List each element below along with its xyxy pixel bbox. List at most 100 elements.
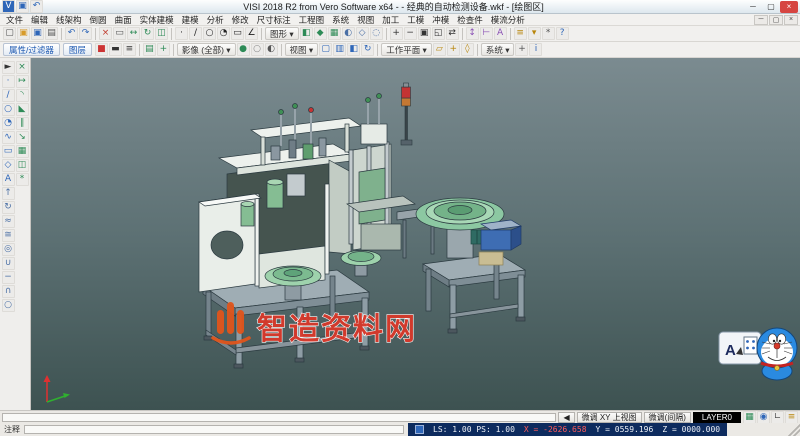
menu-item-1[interactable]: 编辑 [27,14,52,26]
trim-icon[interactable]: × [16,61,29,74]
revolve-icon[interactable]: ↻ [2,201,15,214]
menu-item-3[interactable]: 倒圆 [86,14,111,26]
redo-icon[interactable]: ↷ [79,27,92,40]
minimize-button[interactable]: ─ [744,1,762,13]
rotate-icon[interactable]: ↻ [141,27,154,40]
new-file-icon[interactable]: ▢ [3,27,16,40]
line-weight-icon[interactable]: ≡ [123,43,136,56]
menu-item-12[interactable]: 视图 [353,14,378,26]
rectangle-tool-icon[interactable]: ▭ [2,145,15,158]
zoom-in-icon[interactable]: + [390,27,403,40]
layer-visibility-icon[interactable]: ▤ [143,43,156,56]
menu-item-2[interactable]: 线架构 [52,14,86,26]
command-prompt-field[interactable] [2,413,556,422]
extrude-icon[interactable]: ↑ [2,187,15,200]
group-icon[interactable]: ◫ [16,159,29,172]
measure-icon[interactable]: ↕ [466,27,479,40]
viewport-3d[interactable]: 智造资料网 A [31,58,800,410]
table-style-button[interactable] [744,337,757,354]
menu-item-9[interactable]: 尺寸标注 [253,14,295,26]
print-icon[interactable]: ▤ [45,27,58,40]
mdi-close-button[interactable]: × [784,15,798,25]
text-tool-icon[interactable]: A [2,173,15,186]
nudge-step-button[interactable]: 微调(间隔) [644,412,691,423]
zoom-window-icon[interactable]: ◱ [432,27,445,40]
menu-item-11[interactable]: 系统 [328,14,353,26]
align-workplane-icon[interactable]: ◊ [461,43,474,56]
coordinate-mode-icon[interactable] [415,425,424,434]
rotate-view-icon[interactable]: ↻ [361,43,374,56]
select-arrow-icon[interactable]: ► [2,61,15,74]
workplane-dropdown[interactable]: 工作平面 ▾ [381,43,432,56]
tab-properties-filters[interactable]: 属性/过滤器 [3,43,60,56]
polyline-icon[interactable]: ∠ [245,27,258,40]
zoom-fit-icon[interactable]: ▣ [418,27,431,40]
circle-icon[interactable]: ○ [203,27,216,40]
open-file-icon[interactable]: ▣ [17,27,30,40]
extend-icon[interactable]: ↦ [16,75,29,88]
line-icon[interactable]: ∕ [189,27,202,40]
help-icon[interactable]: ? [556,27,569,40]
color-swatch-icon[interactable]: ■ [95,43,108,56]
new-workplane-icon[interactable]: + [447,43,460,56]
menu-item-15[interactable]: 冲模 [428,14,453,26]
note-input-field[interactable] [24,425,404,434]
line-type-icon[interactable]: ▬ [109,43,122,56]
menu-item-16[interactable]: 检查件 [453,14,487,26]
show-all-icon[interactable]: ● [237,43,250,56]
arc-icon[interactable]: ◔ [217,27,230,40]
quick-save-icon[interactable]: ▣ [16,0,29,13]
hide-all-icon[interactable]: ○ [251,43,264,56]
explode-icon[interactable]: * [16,173,29,186]
menu-item-5[interactable]: 实体建模 [136,14,178,26]
info-icon[interactable]: i [529,43,542,56]
collapse-button[interactable]: ◀ [558,412,574,423]
select-icon[interactable]: ▭ [113,27,126,40]
resize-grip[interactable] [788,424,800,436]
coord-display-icon[interactable]: ≡ [785,411,798,424]
circle-tool-icon[interactable]: ○ [2,103,15,116]
ortho-toggle-icon[interactable]: ∟ [771,411,784,424]
union-icon[interactable]: ∪ [2,257,15,270]
filter-icon[interactable]: ▾ [528,27,541,40]
menu-item-17[interactable]: 模流分析 [487,14,529,26]
tab-layers[interactable]: 图层 [63,43,92,56]
grid-toggle-icon[interactable]: ▦ [743,411,756,424]
polygon-tool-icon[interactable]: ◇ [2,159,15,172]
save-icon[interactable]: ▣ [31,27,44,40]
rectangle-icon[interactable]: ▭ [231,27,244,40]
hidden-line-icon[interactable]: ◌ [370,27,383,40]
offset-icon[interactable]: ∥ [16,117,29,130]
array-icon[interactable]: ▦ [16,145,29,158]
surface-icon[interactable]: ◧ [300,27,313,40]
scale-icon[interactable]: ↘ [16,131,29,144]
nudge-view-button[interactable]: 微调 XY 上视图 [577,412,642,423]
system-dropdown[interactable]: 系统 ▾ [481,43,515,56]
layer-manager-icon[interactable]: ≡ [514,27,527,40]
view-dropdown[interactable]: 视图 ▾ [285,43,319,56]
app-icon[interactable]: V [2,0,15,13]
subtract-icon[interactable]: − [2,271,15,284]
arc-tool-icon[interactable]: ◔ [2,117,15,130]
active-layer-box[interactable]: LAYER0 [693,412,741,423]
mesh-icon[interactable]: ▦ [328,27,341,40]
zoom-out-icon[interactable]: − [404,27,417,40]
sweep-icon[interactable]: ≈ [2,215,15,228]
settings-icon[interactable]: + [515,43,528,56]
undo-icon[interactable]: ↶ [65,27,78,40]
hole-icon[interactable]: ○ [2,299,15,312]
chamfer-icon[interactable]: ◣ [16,103,29,116]
iso-view-icon[interactable]: ◧ [347,43,360,56]
display-filter-dropdown[interactable]: 影像 (全部) ▾ [177,43,236,56]
line-tool-icon[interactable]: ∕ [2,89,15,102]
maximize-button[interactable]: ▢ [762,1,780,13]
front-view-icon[interactable]: ▥ [333,43,346,56]
shaded-view-icon[interactable]: ◐ [342,27,355,40]
workplane-icon[interactable]: ▱ [433,43,446,56]
shell-icon[interactable]: ◎ [2,243,15,256]
point-tool-icon[interactable]: · [2,75,15,88]
annotation-icon[interactable]: A [494,27,507,40]
top-view-icon[interactable]: ▢ [319,43,332,56]
loft-icon[interactable]: ≅ [2,229,15,242]
mdi-restore-button[interactable]: ▢ [769,15,783,25]
